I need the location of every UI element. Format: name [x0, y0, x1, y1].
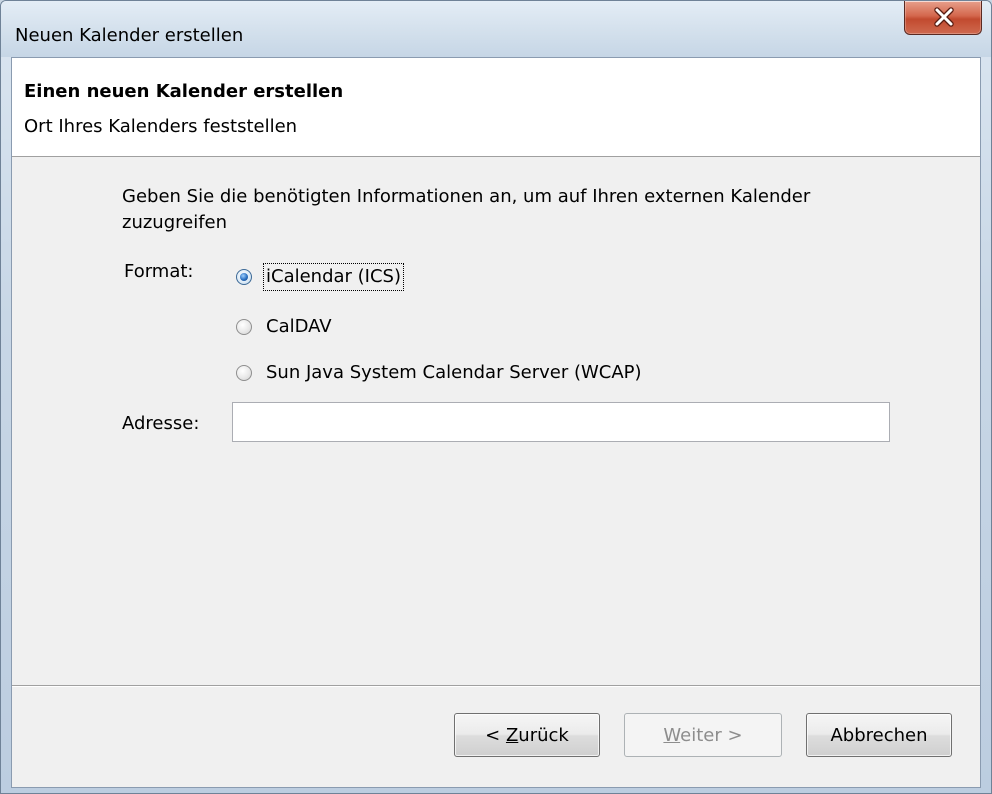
radio-checked-icon[interactable] — [236, 269, 252, 285]
back-button[interactable]: < Zurück — [454, 713, 600, 757]
back-button-accelerator: Z — [505, 724, 519, 746]
next-button[interactable]: Weiter > — [624, 713, 782, 757]
address-input[interactable] — [232, 402, 890, 442]
format-option-label[interactable]: iCalendar (ICS) — [262, 263, 405, 291]
radio-unchecked-icon[interactable] — [236, 365, 252, 381]
next-button-label: eiter > — [680, 724, 743, 746]
back-button-prefix: < — [485, 724, 506, 746]
format-radio-ics[interactable]: iCalendar (ICS) — [236, 260, 405, 294]
wizard-title: Einen neuen Kalender erstellen — [24, 81, 344, 102]
footer-divider — [12, 685, 980, 687]
format-option-label[interactable]: Sun Java System Calendar Server (WCAP) — [264, 360, 644, 386]
wizard-header: Einen neuen Kalender erstellen Ort Ihres… — [12, 58, 980, 157]
wizard-subtitle: Ort Ihres Kalenders feststellen — [24, 116, 298, 137]
format-label: Format: — [124, 261, 194, 282]
next-button-accelerator: W — [663, 724, 681, 746]
address-label: Adresse: — [122, 413, 200, 434]
close-x-icon — [932, 6, 956, 28]
cancel-button[interactable]: Abbrechen — [806, 713, 952, 757]
dialog-window: Neuen Kalender erstellen Einen neuen Kal… — [0, 0, 992, 794]
dialog-client-area: Einen neuen Kalender erstellen Ort Ihres… — [11, 57, 981, 788]
radio-unchecked-icon[interactable] — [236, 319, 252, 335]
instructions-text: Geben Sie die benötigten Informationen a… — [122, 186, 811, 233]
close-button[interactable] — [904, 1, 982, 35]
format-radio-wcap[interactable]: Sun Java System Calendar Server (WCAP) — [236, 356, 644, 390]
format-radio-caldav[interactable]: CalDAV — [236, 310, 334, 344]
window-title: Neuen Kalender erstellen — [15, 25, 244, 46]
back-button-label: urück — [518, 724, 569, 746]
format-option-label[interactable]: CalDAV — [264, 314, 334, 340]
title-bar[interactable]: Neuen Kalender erstellen — [1, 1, 991, 57]
